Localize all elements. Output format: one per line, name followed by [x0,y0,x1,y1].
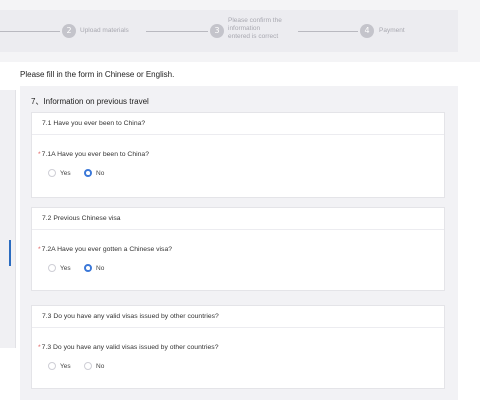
radio-no[interactable]: No [84,169,104,177]
question-card-7-1: 7.1 Have you ever been to China? *7.1A H… [31,112,445,198]
radio-circle-selected[interactable] [84,169,92,177]
step-connector [298,31,358,32]
radio-yes[interactable]: Yes [48,362,71,370]
radio-circle-selected[interactable] [84,264,92,272]
card-heading: 7.2 Previous Chinese visa [32,208,444,230]
question-card-7-2: 7.2 Previous Chinese visa *7.2A Have you… [31,207,445,291]
card-heading: 7.3 Do you have any valid visas issued b… [32,306,444,328]
question-label: *7.3 Do you have any valid visas issued … [38,344,219,351]
step-connector [0,31,60,32]
side-nav-panel [0,90,16,348]
card-heading: 7.1 Have you ever been to China? [32,113,444,135]
radio-no[interactable]: No [84,362,104,370]
radio-circle[interactable] [48,264,56,272]
radio-circle[interactable] [48,362,56,370]
step-3-circle: 3 [210,24,224,38]
required-marker: * [38,246,41,253]
radio-yes[interactable]: Yes [48,264,71,272]
required-marker: * [38,151,41,158]
step-2-circle: 2 [62,24,76,38]
form-instruction: Please fill in the form in Chinese or En… [20,70,175,79]
radio-circle[interactable] [84,362,92,370]
step-4-circle: 4 [360,24,374,38]
step-2-label: Upload materials [80,27,129,34]
question-label: *7.2A Have you ever gotten a Chinese vis… [38,246,173,253]
step-connector [146,31,208,32]
radio-yes[interactable]: Yes [48,169,71,177]
progress-stepper: 2 Upload materials 3 Please confirm the … [0,10,458,52]
question-card-7-3: 7.3 Do you have any valid visas issued b… [31,305,445,389]
side-nav-active-marker [9,240,11,266]
question-label: *7.1A Have you ever been to China? [38,151,149,158]
step-3-label: Please confirm the information entered i… [228,17,282,40]
radio-circle[interactable] [48,169,56,177]
step-4-label: Payment [379,27,405,34]
required-marker: * [38,344,41,351]
radio-no[interactable]: No [84,264,104,272]
section-title: 7、Information on previous travel [31,97,149,106]
